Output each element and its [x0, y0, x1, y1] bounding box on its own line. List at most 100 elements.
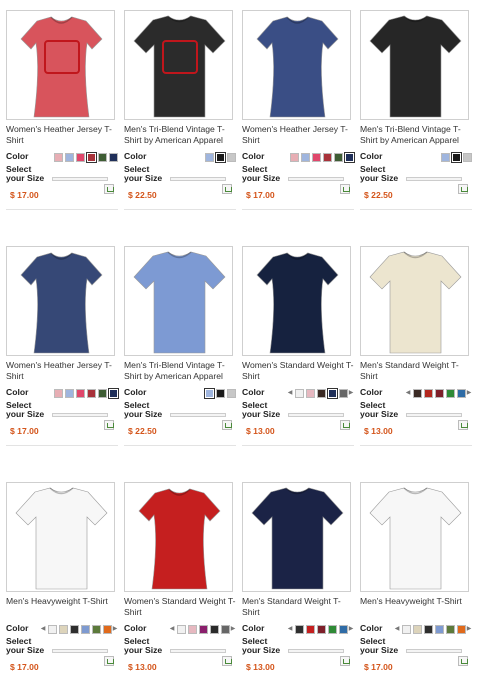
- add-to-cart-icon[interactable]: [340, 184, 350, 194]
- tshirt-24divisadero-men-standard-natural-icon[interactable]: [360, 246, 469, 356]
- product-title[interactable]: Men's Heavyweight T-Shirt: [360, 596, 472, 607]
- swatch-prev-arrow-icon[interactable]: ◀: [405, 388, 411, 398]
- product-title[interactable]: Men's Heavyweight T-Shirt: [6, 596, 118, 607]
- size-dropdown[interactable]: [406, 177, 462, 181]
- color-swatch[interactable]: [92, 624, 101, 634]
- color-swatch[interactable]: [290, 152, 299, 162]
- add-to-cart-icon[interactable]: [104, 184, 114, 194]
- product-card[interactable]: Men's Tri-Blend Vintage T-Shirt by Ameri…: [118, 4, 236, 214]
- product-card[interactable]: Women's Heather Jersey T-Shirt Color Selec…: [0, 240, 119, 450]
- color-swatch[interactable]: [108, 387, 119, 399]
- tshirt-22fillmore-men-triblend-blue-icon[interactable]: [124, 246, 233, 356]
- color-swatch[interactable]: [424, 624, 433, 634]
- color-swatch[interactable]: [317, 624, 326, 634]
- color-swatch[interactable]: [327, 387, 338, 399]
- product-card[interactable]: Men's Standard Weight T-Shirt Color ◀ ▶ Sele…: [236, 476, 354, 676]
- color-swatch[interactable]: [413, 388, 422, 398]
- size-dropdown[interactable]: [170, 413, 226, 417]
- color-swatch[interactable]: [205, 152, 214, 162]
- color-swatch[interactable]: [301, 152, 310, 162]
- color-swatch[interactable]: [210, 624, 219, 634]
- size-dropdown[interactable]: [170, 649, 226, 653]
- swatch-prev-arrow-icon[interactable]: ◀: [287, 388, 293, 398]
- color-swatch[interactable]: [81, 624, 90, 634]
- color-swatch[interactable]: [216, 388, 225, 398]
- color-swatch[interactable]: [446, 624, 455, 634]
- swatch-prev-arrow-icon[interactable]: ◀: [394, 624, 400, 634]
- color-swatch[interactable]: [306, 624, 315, 634]
- color-swatch[interactable]: [48, 624, 57, 634]
- add-to-cart-icon[interactable]: [340, 420, 350, 430]
- color-swatch[interactable]: [76, 388, 85, 398]
- color-swatch[interactable]: [199, 624, 208, 634]
- color-swatch[interactable]: [328, 624, 337, 634]
- color-swatch[interactable]: [463, 152, 472, 162]
- product-title[interactable]: Women's Heather Jersey T-Shirt: [6, 360, 118, 382]
- color-swatch[interactable]: [204, 387, 215, 399]
- size-dropdown[interactable]: [406, 413, 462, 417]
- tshirt-22fillmore-men-heavyweight-white-icon[interactable]: [360, 482, 469, 592]
- product-card[interactable]: Women's Standard Weight T-Shirt Color ◀ ▶ Se…: [236, 240, 354, 450]
- product-card[interactable]: Men's Heavyweight T-Shirt Color ◀ ▶ Select y…: [354, 476, 472, 676]
- color-swatch[interactable]: [339, 388, 348, 398]
- product-card[interactable]: Women's Standard Weight T-Shirt Color ◀ ▶ Se…: [118, 476, 236, 676]
- color-swatch[interactable]: [98, 388, 107, 398]
- color-swatch[interactable]: [441, 152, 450, 162]
- swatch-prev-arrow-icon[interactable]: ◀: [169, 624, 175, 634]
- color-swatch[interactable]: [103, 624, 112, 634]
- product-card[interactable]: Women's Heather Jersey T-Shirt Color Selec…: [236, 4, 355, 214]
- product-card[interactable]: Men's Heavyweight T-Shirt Color ◀ ▶ Select y…: [0, 476, 118, 676]
- size-dropdown[interactable]: [52, 649, 108, 653]
- swatch-next-arrow-icon[interactable]: ▶: [466, 388, 472, 398]
- color-swatch[interactable]: [54, 388, 63, 398]
- color-swatch[interactable]: [424, 388, 433, 398]
- color-swatch[interactable]: [188, 624, 197, 634]
- tshirt-24divisadero-women-heather-navy-icon[interactable]: [242, 10, 351, 120]
- color-swatch[interactable]: [413, 624, 422, 634]
- color-swatch[interactable]: [59, 624, 68, 634]
- tshirt-24divisadero-women-standard-navy-icon[interactable]: [242, 246, 351, 356]
- product-title[interactable]: Men's Standard Weight T-Shirt: [242, 596, 354, 618]
- color-swatch[interactable]: [435, 388, 444, 398]
- product-card[interactable]: Men's Standard Weight T-Shirt Color ◀ ▶ Sele…: [354, 240, 472, 450]
- color-swatch[interactable]: [65, 388, 74, 398]
- color-swatch[interactable]: [221, 624, 230, 634]
- product-title[interactable]: Women's Standard Weight T-Shirt: [242, 360, 354, 382]
- size-dropdown[interactable]: [406, 649, 462, 653]
- tshirt-24divisadero-men-triblend-black-icon[interactable]: [360, 10, 469, 120]
- color-swatch[interactable]: [98, 152, 107, 162]
- color-swatch[interactable]: [317, 388, 326, 398]
- tshirt-24divisadero-men-heavyweight-white-icon[interactable]: [6, 482, 115, 592]
- add-to-cart-icon[interactable]: [104, 420, 114, 430]
- color-swatch[interactable]: [295, 388, 304, 398]
- size-dropdown[interactable]: [288, 649, 344, 653]
- tshirt-22fillmore-women-heather-navy-icon[interactable]: [6, 246, 115, 356]
- add-to-cart-icon[interactable]: [222, 420, 232, 430]
- color-swatch[interactable]: [451, 151, 462, 163]
- tshirt-38geary-women-heather-red-icon[interactable]: [6, 10, 115, 120]
- color-swatch[interactable]: [86, 151, 97, 163]
- color-swatch[interactable]: [457, 388, 466, 398]
- tshirt-22fillmore-men-standard-navy-icon[interactable]: [242, 482, 351, 592]
- color-swatch[interactable]: [457, 624, 466, 634]
- color-swatch[interactable]: [87, 388, 96, 398]
- size-dropdown[interactable]: [288, 413, 344, 417]
- product-title[interactable]: Men's Tri-Blend Vintage T-Shirt by Ameri…: [124, 124, 236, 146]
- color-swatch[interactable]: [76, 152, 85, 162]
- product-title[interactable]: Men's Tri-Blend Vintage T-Shirt by Ameri…: [124, 360, 236, 382]
- product-title[interactable]: Men's Standard Weight T-Shirt: [360, 360, 472, 382]
- tshirt-22fillmore-women-standard-red-icon[interactable]: [124, 482, 233, 592]
- swatch-prev-arrow-icon[interactable]: ◀: [40, 624, 46, 634]
- add-to-cart-icon[interactable]: [458, 420, 468, 430]
- add-to-cart-icon[interactable]: [458, 656, 468, 666]
- add-to-cart-icon[interactable]: [222, 184, 232, 194]
- product-title[interactable]: Women's Standard Weight T-Shirt: [124, 596, 236, 618]
- color-swatch[interactable]: [65, 152, 74, 162]
- color-swatch[interactable]: [227, 388, 236, 398]
- add-to-cart-icon[interactable]: [340, 656, 350, 666]
- color-swatch[interactable]: [402, 624, 411, 634]
- product-card[interactable]: Women's Heather Jersey T-Shirt Color Selec…: [0, 4, 118, 214]
- product-title[interactable]: Women's Heather Jersey T-Shirt: [6, 124, 118, 146]
- color-swatch[interactable]: [109, 152, 118, 162]
- color-swatch[interactable]: [339, 624, 348, 634]
